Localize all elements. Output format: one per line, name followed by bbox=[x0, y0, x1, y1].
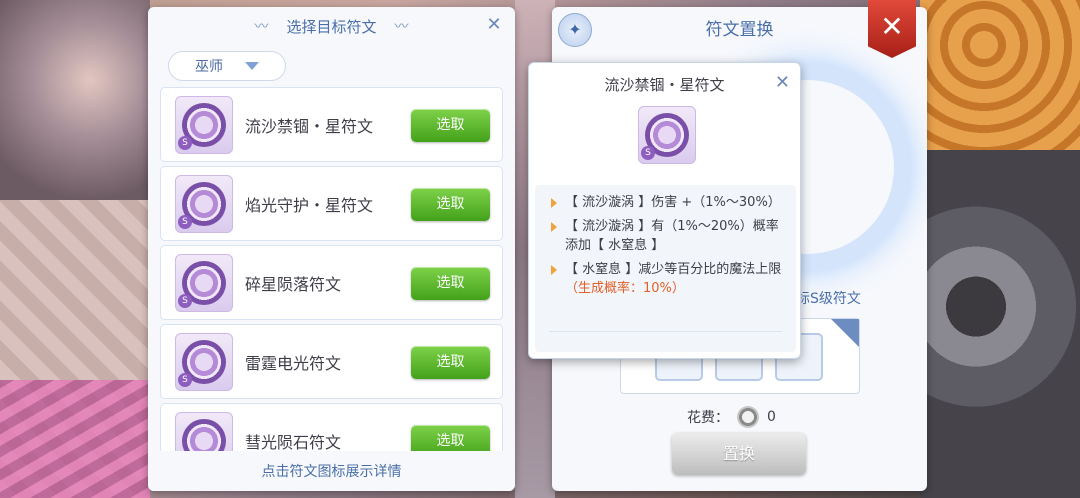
background-tent bbox=[0, 380, 150, 498]
swirl-decoration-icon: 〰 bbox=[394, 19, 409, 35]
filter-value: 巫师 bbox=[195, 59, 223, 75]
chevron-down-icon bbox=[245, 62, 259, 70]
cost-label: 花费： bbox=[687, 410, 729, 426]
spawn-rate: （生成概率：10%） bbox=[565, 281, 685, 296]
rune-detail-tooltip: 流沙禁锢・星符文 ✕ S 【 流沙漩涡 】伤害 +（1%～30%） 【 流沙漩涡… bbox=[528, 62, 801, 359]
background-wheel bbox=[920, 150, 1080, 498]
hint-text: 点击符文图标展示详情 bbox=[148, 451, 515, 491]
panel-title: 选择目标符文 bbox=[286, 17, 377, 36]
select-button[interactable]: 选取 bbox=[411, 109, 490, 142]
list-item: S 焰光守护・星符文 选取 bbox=[160, 166, 503, 241]
effect-line: 【 流沙漩涡 】伤害 +（1%～30%） bbox=[549, 193, 782, 212]
class-filter-dropdown[interactable]: 巫师 bbox=[168, 51, 286, 81]
list-item: S 流沙禁锢・星符文 选取 bbox=[160, 87, 503, 162]
replace-button[interactable]: 置换 bbox=[672, 433, 806, 475]
target-rune-label: 标S级符文 bbox=[796, 291, 861, 307]
rune-effects: 【 流沙漩涡 】伤害 +（1%～30%） 【 流沙漩涡 】有（1%～20%）概率… bbox=[535, 185, 796, 352]
background-building bbox=[0, 0, 150, 200]
rune-icon[interactable]: S bbox=[175, 253, 233, 312]
rune-icon: S bbox=[638, 106, 696, 164]
rune-list: S 流沙禁锢・星符文 选取 S 焰光守护・星符文 选取 S 碎星陨落符文 选取 … bbox=[160, 87, 503, 482]
close-icon[interactable]: ✕ bbox=[775, 72, 790, 93]
close-icon[interactable]: ✕ bbox=[483, 14, 505, 36]
background-roof bbox=[920, 0, 1080, 150]
panel-header: 〰 选择目标符文 〰 bbox=[148, 7, 515, 45]
select-rune-panel: 〰 选择目标符文 〰 ✕ 巫师 S 流沙禁锢・星符文 选取 S 焰光守护・星符文… bbox=[148, 7, 515, 491]
select-button[interactable]: 选取 bbox=[411, 267, 490, 300]
rune-icon[interactable]: S bbox=[175, 332, 233, 391]
rune-icon[interactable]: S bbox=[175, 174, 233, 233]
zeny-coin-icon bbox=[737, 406, 759, 428]
effect-line: 【 水窒息 】减少等百分比的魔法上限（生成概率：10%） bbox=[549, 260, 782, 298]
close-icon[interactable]: ✕ bbox=[868, 0, 916, 58]
list-item: S 碎星陨落符文 选取 bbox=[160, 245, 503, 320]
corner-marker bbox=[831, 319, 859, 347]
swirl-decoration-icon: 〰 bbox=[254, 19, 269, 35]
effect-line: 【 流沙漩涡 】有（1%～20%）概率添加【 水窒息 】 bbox=[549, 217, 782, 255]
list-item: S 雷霆电光符文 选取 bbox=[160, 324, 503, 399]
divider bbox=[549, 331, 782, 332]
cost-value: 0 bbox=[767, 409, 776, 425]
cost-row: 花费： 0 bbox=[687, 406, 776, 428]
rune-icon[interactable]: S bbox=[175, 95, 233, 154]
tooltip-title: 流沙禁锢・星符文 bbox=[604, 76, 725, 94]
select-button[interactable]: 选取 bbox=[411, 188, 490, 221]
select-button[interactable]: 选取 bbox=[411, 346, 490, 379]
